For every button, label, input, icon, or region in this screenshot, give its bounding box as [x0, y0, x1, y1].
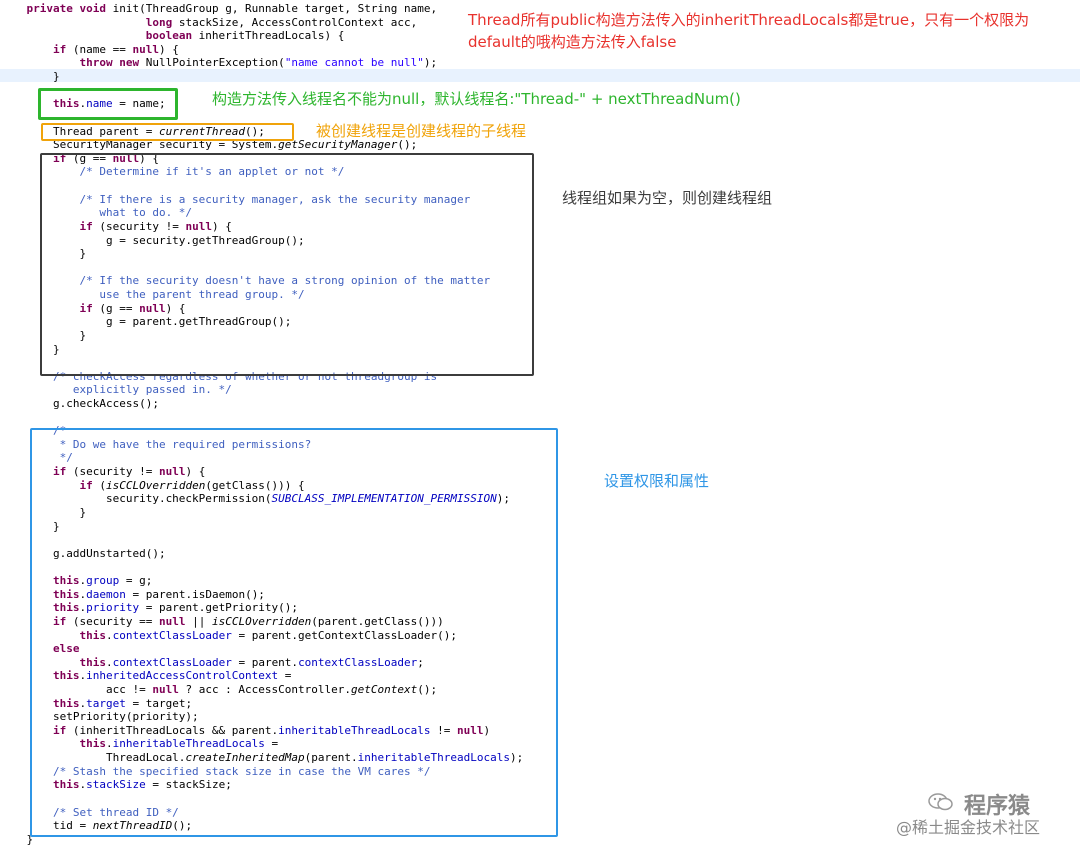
code-line[interactable]: g.checkAccess();	[0, 397, 159, 411]
code-line[interactable]: boolean inheritThreadLocals) {	[0, 29, 345, 43]
parent-note: 被创建线程是创建线程的子线程	[316, 122, 527, 140]
code-line[interactable]: explicitly passed in. */	[0, 383, 232, 397]
name-assignment-box	[38, 88, 178, 120]
permissions-box	[30, 428, 558, 837]
code-line[interactable]: }	[0, 833, 33, 847]
inherit-note-line1: Thread所有public构造方法传入的inheritThreadLocals…	[468, 11, 1030, 29]
inherit-note-line2: default的哦构造方法传入false	[468, 33, 677, 51]
inherit-thread-locals-note: Thread所有public构造方法传入的inheritThreadLocals…	[468, 9, 1029, 53]
current-line-highlight	[0, 69, 1080, 82]
thread-group-note: 线程组如果为空，则创建线程组	[562, 189, 773, 207]
watermark: 程序猿 @稀土掘金技术社区	[888, 786, 1078, 837]
code-line[interactable]: private void init(ThreadGroup g, Runnabl…	[0, 2, 438, 16]
wechat-icon	[928, 792, 954, 812]
code-line[interactable]: long stackSize, AccessControlContext acc…	[0, 16, 418, 30]
code-line[interactable]: throw new NullPointerException("name can…	[0, 56, 437, 70]
code-line[interactable]: }	[0, 70, 60, 84]
thread-group-box	[40, 153, 534, 376]
permissions-note: 设置权限和属性	[604, 472, 710, 490]
watermark-source: @稀土掘金技术社区	[896, 818, 1041, 837]
parent-thread-box	[41, 123, 294, 141]
name-note: 构造方法传入线程名不能为null，默认线程名:"Thread-" + nextT…	[212, 90, 741, 108]
code-line[interactable]: if (name == null) {	[0, 43, 179, 57]
